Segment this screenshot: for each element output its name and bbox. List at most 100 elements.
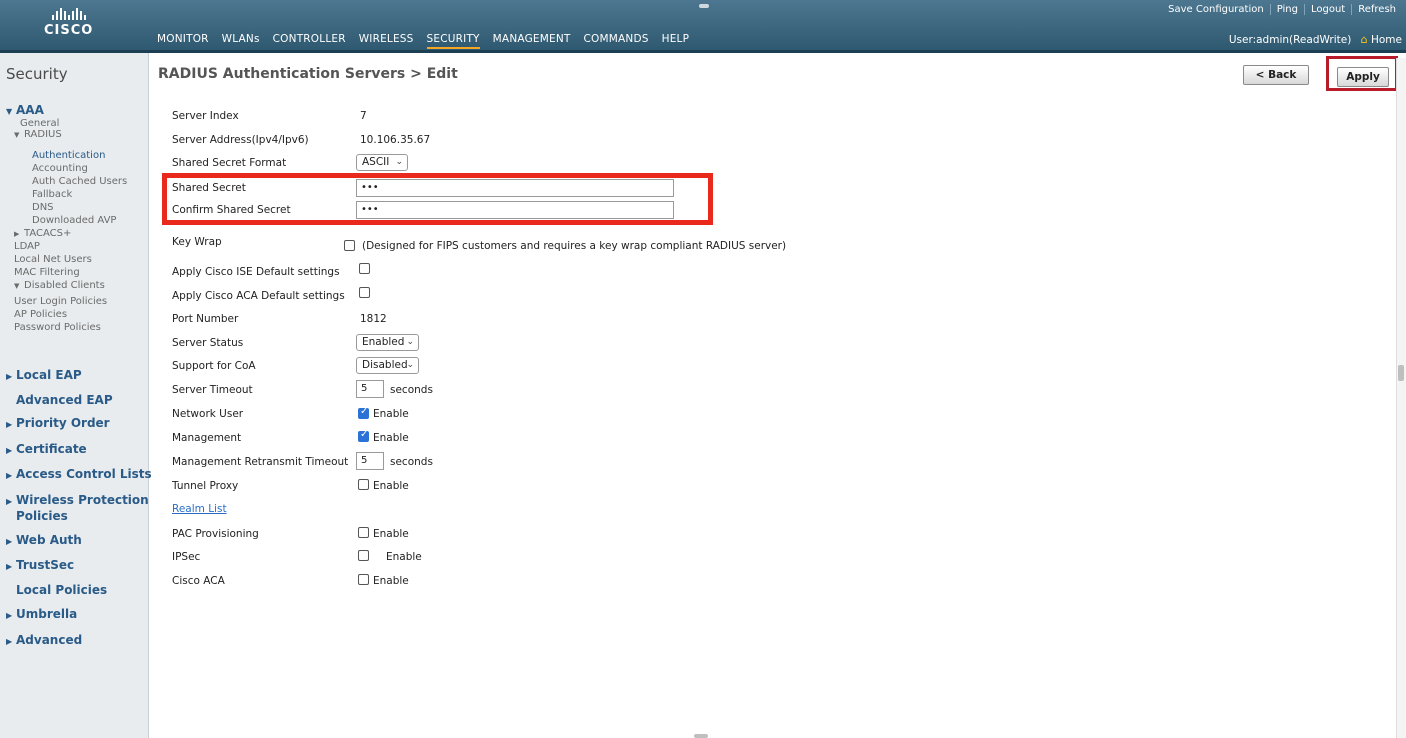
server-timeout-label: Server Timeout xyxy=(172,384,253,396)
shared-secret-input[interactable]: ••• xyxy=(356,179,674,197)
sidebar-item-web-auth[interactable]: ▶ Web Auth xyxy=(6,533,82,547)
sidebar-item-fallback[interactable]: Fallback xyxy=(32,189,72,200)
shared-secret-format-label: Shared Secret Format xyxy=(172,157,287,169)
sidebar-item-aaa[interactable]: ▼ AAA xyxy=(6,103,44,117)
apply-button[interactable]: Apply xyxy=(1337,67,1389,87)
topbar-divider xyxy=(0,50,1406,53)
sidebar-item-trustsec[interactable]: ▶ TrustSec xyxy=(6,558,74,572)
sidebar-item-local-net-users[interactable]: Local Net Users xyxy=(14,254,92,265)
sidebar-item-advanced[interactable]: ▶ Advanced xyxy=(6,633,82,647)
home-icon: ⌂ xyxy=(1360,33,1368,46)
ping-link[interactable]: Ping xyxy=(1269,4,1304,15)
mgmt-retransmit-timeout-unit: seconds xyxy=(390,456,433,468)
tunnel-proxy-checkbox[interactable] xyxy=(358,479,369,490)
sidebar-item-priority-order[interactable]: ▶ Priority Order xyxy=(6,416,110,430)
chevron-down-icon: ⌄ xyxy=(406,337,414,347)
server-index-label: Server Index xyxy=(172,110,239,122)
network-user-checkbox[interactable] xyxy=(358,406,369,419)
top-navigation-bar: CISCO MONITOR WLANs CONTROLLER WIRELESS … xyxy=(0,0,1406,50)
confirm-shared-secret-input[interactable]: ••• xyxy=(356,201,674,219)
chevron-down-icon: ⌄ xyxy=(395,157,403,167)
ise-default-label: Apply Cisco ISE Default settings xyxy=(172,266,340,278)
save-configuration-link[interactable]: Save Configuration xyxy=(1162,4,1270,15)
expanded-triangle-icon: ▼ xyxy=(14,282,20,290)
key-wrap-checkbox[interactable] xyxy=(344,240,355,251)
sidebar-label: TrustSec xyxy=(16,558,75,572)
server-status-value: Enabled xyxy=(362,336,405,348)
mgmt-retransmit-timeout-input[interactable]: 5 xyxy=(356,452,384,470)
menu-security[interactable]: SECURITY xyxy=(426,33,480,49)
window-drag-handle[interactable] xyxy=(699,4,709,8)
menu-controller[interactable]: CONTROLLER xyxy=(273,33,346,49)
sidebar-item-disabled-clients[interactable]: ▼ Disabled Clients xyxy=(14,280,105,291)
sidebar-item-umbrella[interactable]: ▶ Umbrella xyxy=(6,607,77,621)
logout-link[interactable]: Logout xyxy=(1303,4,1351,15)
cisco-logo-bars-icon xyxy=(44,8,93,20)
ipsec-option: Enable xyxy=(386,551,422,563)
cisco-aca-checkbox[interactable] xyxy=(358,574,369,585)
sidebar-item-dns[interactable]: DNS xyxy=(32,202,54,213)
network-user-option: Enable xyxy=(373,408,409,420)
menu-management[interactable]: MANAGEMENT xyxy=(493,33,571,49)
bottom-resize-handle[interactable] xyxy=(694,734,708,738)
sidebar-item-certificate[interactable]: ▶ Certificate xyxy=(6,442,87,456)
menu-wireless[interactable]: WIRELESS xyxy=(359,33,414,49)
sidebar-item-downloaded-avp[interactable]: Downloaded AVP xyxy=(32,215,116,226)
sidebar-item-user-login-policies[interactable]: User Login Policies xyxy=(14,296,107,307)
sidebar-item-authentication[interactable]: Authentication xyxy=(32,150,105,161)
sidebar-item-general[interactable]: General xyxy=(20,118,59,129)
cisco-logo[interactable]: CISCO xyxy=(44,8,93,38)
key-wrap-note: (Designed for FIPS customers and require… xyxy=(362,240,787,252)
aca-default-label: Apply Cisco ACA Default settings xyxy=(172,290,345,302)
sidebar-item-accounting[interactable]: Accounting xyxy=(32,163,88,174)
menu-commands[interactable]: COMMANDS xyxy=(584,33,649,49)
sidebar-item-password-policies[interactable]: Password Policies xyxy=(14,322,101,333)
sidebar-label: RADIUS xyxy=(24,129,62,140)
management-checkbox[interactable] xyxy=(358,429,369,442)
sidebar-item-ap-policies[interactable]: AP Policies xyxy=(14,309,67,320)
pac-provisioning-checkbox[interactable] xyxy=(358,527,369,538)
server-status-label: Server Status xyxy=(172,337,244,349)
shared-secret-format-select[interactable]: ASCII ⌄ xyxy=(356,154,408,171)
tunnel-proxy-label: Tunnel Proxy xyxy=(172,480,239,492)
aca-default-checkbox[interactable] xyxy=(359,287,370,298)
refresh-link[interactable]: Refresh xyxy=(1351,4,1402,15)
sidebar-item-ldap[interactable]: LDAP xyxy=(14,241,40,252)
scrollbar-thumb[interactable] xyxy=(1398,365,1404,381)
sidebar-item-mac-filtering[interactable]: MAC Filtering xyxy=(14,267,80,278)
sidebar-item-advanced-eap[interactable]: Advanced EAP xyxy=(16,393,113,407)
home-link[interactable]: ⌂ Home xyxy=(1360,33,1402,46)
ipsec-checkbox[interactable] xyxy=(358,550,369,561)
collapsed-triangle-icon: ▶ xyxy=(6,497,13,506)
sidebar-item-access-control-lists[interactable]: ▶ Access Control Lists xyxy=(6,467,152,481)
current-user: User:admin(ReadWrite) xyxy=(1228,34,1352,46)
menu-wlans[interactable]: WLANs xyxy=(222,33,260,49)
back-button[interactable]: < Back xyxy=(1243,65,1309,85)
sidebar-item-local-policies[interactable]: Local Policies xyxy=(16,583,107,597)
support-coa-select[interactable]: Disabled ⌄ xyxy=(356,357,419,374)
sidebar-item-auth-cached-users[interactable]: Auth Cached Users xyxy=(32,176,127,187)
menu-help[interactable]: HELP xyxy=(662,33,690,49)
sidebar-label: AAA xyxy=(16,103,44,117)
shared-secret-label: Shared Secret xyxy=(172,182,246,194)
ipsec-label: IPSec xyxy=(172,551,201,563)
realm-list-link[interactable]: Realm List xyxy=(172,503,227,515)
sidebar-item-local-eap[interactable]: ▶ Local EAP xyxy=(6,368,82,382)
sidebar-item-tacacs[interactable]: ▶ TACACS+ xyxy=(14,228,71,239)
management-option: Enable xyxy=(373,432,409,444)
shared-secret-format-value: ASCII xyxy=(362,156,390,168)
server-timeout-unit: seconds xyxy=(390,384,433,396)
cisco-wordmark: CISCO xyxy=(44,23,94,38)
sidebar-item-wireless-protection-policies[interactable]: ▶ Wireless Protection Policies xyxy=(6,493,149,523)
menu-monitor[interactable]: MONITOR xyxy=(157,33,209,49)
ise-default-checkbox[interactable] xyxy=(359,263,370,274)
vertical-scrollbar[interactable] xyxy=(1396,58,1406,738)
management-label: Management xyxy=(172,432,242,444)
server-status-select[interactable]: Enabled ⌄ xyxy=(356,334,419,351)
collapsed-triangle-icon: ▶ xyxy=(6,471,13,480)
server-timeout-input[interactable]: 5 xyxy=(356,380,384,398)
sidebar-item-radius[interactable]: ▼ RADIUS xyxy=(14,129,62,140)
sidebar-label: Disabled Clients xyxy=(24,280,105,291)
pac-provisioning-label: PAC Provisioning xyxy=(172,528,259,540)
sidebar-title: Security xyxy=(6,65,68,83)
